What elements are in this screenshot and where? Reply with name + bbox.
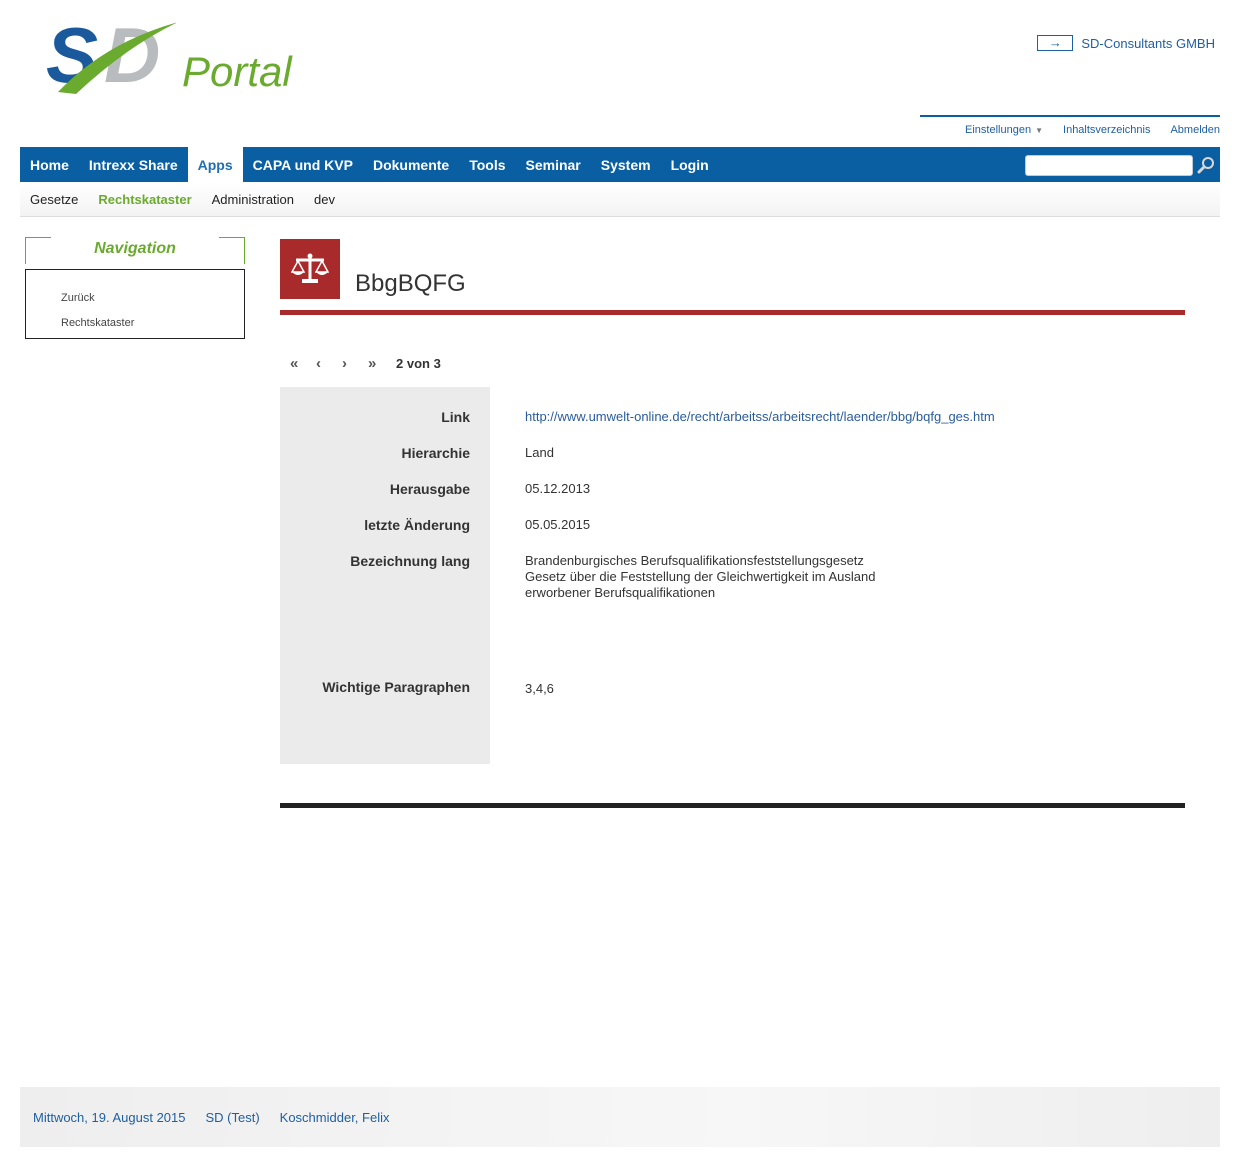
- hierarchie-label: Hierarchie: [401, 445, 470, 461]
- subnav-dev[interactable]: dev: [304, 192, 345, 207]
- field-label-column: [280, 387, 490, 764]
- sidebar-title: Navigation: [25, 237, 245, 264]
- first-record-icon[interactable]: «: [290, 355, 316, 372]
- search-icon[interactable]: [1196, 155, 1216, 175]
- company-link-label: SD-Consultants GMBH: [1081, 35, 1215, 51]
- nav-dokumente[interactable]: Dokumente: [363, 147, 459, 182]
- record-pager: « ‹ › » 2 von 3: [290, 355, 441, 372]
- paragraphen-label: Wichtige Paragraphen: [322, 679, 470, 695]
- sidebar-link-back[interactable]: Zurück: [61, 286, 244, 311]
- nav-home[interactable]: Home: [20, 147, 79, 182]
- main-navigation: Home Intrexx Share Apps CAPA und KVP Dok…: [20, 147, 1220, 182]
- content-end-divider: [280, 803, 1185, 808]
- subnav-administration[interactable]: Administration: [202, 192, 304, 207]
- title-divider: [280, 310, 1185, 315]
- bezeichnung-label: Bezeichnung lang: [350, 553, 470, 569]
- link-label: Link: [441, 409, 470, 425]
- sidebar-link-rechtskataster[interactable]: Rechtskataster: [61, 311, 244, 336]
- utility-links: Einstellungen ▼ Inhaltsverzeichnis Abmeld…: [925, 124, 1220, 136]
- scales-icon: [280, 239, 340, 299]
- nav-apps[interactable]: Apps: [187, 147, 243, 182]
- arrow-right-icon: →: [1037, 35, 1074, 51]
- previous-record-icon[interactable]: ‹: [316, 355, 342, 372]
- nav-seminar[interactable]: Seminar: [516, 147, 591, 182]
- search-input[interactable]: [1025, 155, 1193, 176]
- nav-capa-kvp[interactable]: CAPA und KVP: [243, 147, 363, 182]
- bezeichnung-line: Brandenburgisches Berufsqualifikationsfe…: [525, 553, 864, 568]
- sd-logo-graphic: S D: [46, 12, 176, 98]
- index-link[interactable]: Inhaltsverzeichnis: [1063, 124, 1150, 136]
- nav-login[interactable]: Login: [661, 147, 719, 182]
- footer-date: Mittwoch, 19. August 2015: [33, 1109, 186, 1125]
- bezeichnung-line: Gesetz über die Feststellung der Gleichw…: [525, 569, 876, 584]
- herausgabe-value: 05.12.2013: [525, 481, 591, 496]
- sidebar-navigation: Navigation Zurück Rechtskataster: [25, 237, 245, 339]
- company-link[interactable]: → SD-Consultants GMBH: [1037, 35, 1215, 51]
- paragraphen-value: 3,4,6: [525, 681, 554, 696]
- last-record-icon[interactable]: »: [368, 355, 394, 372]
- aenderung-value: 05.05.2015: [525, 517, 591, 532]
- nav-tools[interactable]: Tools: [459, 147, 515, 182]
- link-value[interactable]: http://www.umwelt-online.de/recht/arbeit…: [525, 409, 995, 425]
- footer: Mittwoch, 19. August 2015 SD (Test) Kosc…: [20, 1087, 1220, 1147]
- utility-bar-rule: [920, 115, 1220, 117]
- nav-intrexx-share[interactable]: Intrexx Share: [79, 147, 188, 182]
- herausgabe-label: Herausgabe: [389, 481, 470, 497]
- bezeichnung-line: erworbener Berufsqualifikationen: [525, 585, 716, 600]
- next-record-icon[interactable]: ›: [342, 355, 368, 372]
- pager-count: 2 von 3: [396, 356, 441, 371]
- subnav-rechtskataster[interactable]: Rechtskataster: [88, 192, 201, 207]
- hierarchie-value: Land: [525, 445, 554, 460]
- logout-link[interactable]: Abmelden: [1170, 124, 1220, 136]
- record-title: BbgBQFG: [355, 270, 466, 297]
- caret-down-icon: ▼: [1035, 126, 1044, 135]
- portal-label: Portal: [182, 48, 292, 95]
- settings-link[interactable]: Einstellungen ▼: [945, 124, 1043, 136]
- sd-portal-logo[interactable]: S D Portal: [46, 12, 296, 98]
- aenderung-label: letzte Änderung: [364, 517, 470, 533]
- sub-navigation: Gesetze Rechtskataster Administration de…: [20, 182, 1220, 217]
- footer-environment: SD (Test): [205, 1109, 260, 1125]
- nav-system[interactable]: System: [591, 147, 661, 182]
- bezeichnung-value: Brandenburgisches Berufsqualifikationsfe…: [525, 553, 875, 601]
- subnav-gesetze[interactable]: Gesetze: [20, 192, 88, 207]
- footer-user: Koschmidder, Felix: [279, 1109, 390, 1125]
